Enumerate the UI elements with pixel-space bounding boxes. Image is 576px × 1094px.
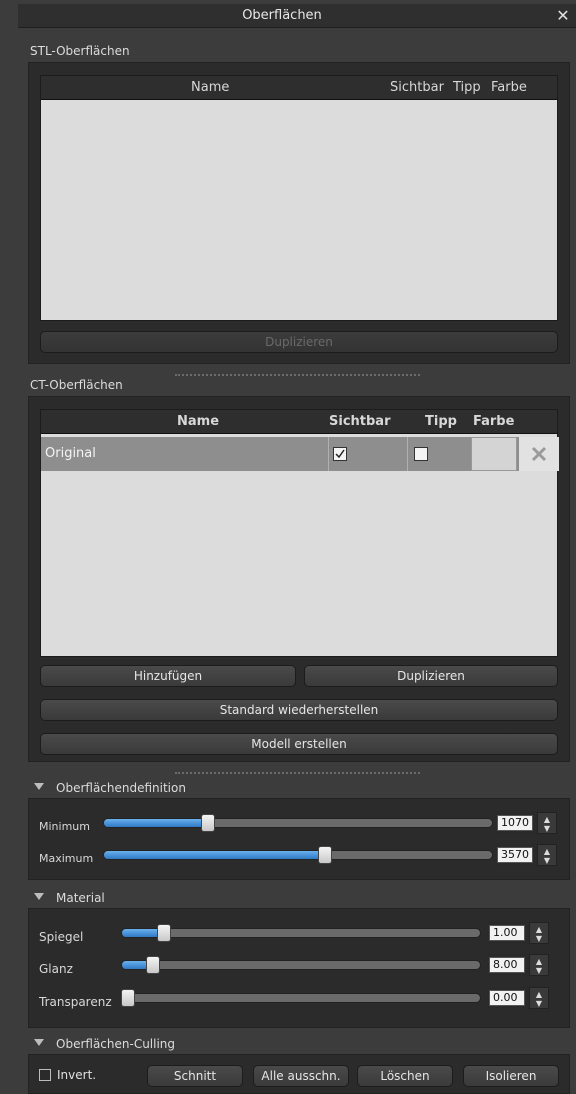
ct-col-color[interactable]: Farbe — [473, 414, 514, 429]
cut-all-button[interactable]: Alle ausschn. — [253, 1065, 349, 1087]
transparenz-slider-handle[interactable] — [121, 989, 135, 1007]
triangle-down-icon — [34, 893, 44, 900]
stl-table-header: Name Sichtbar Tipp Farbe — [41, 76, 557, 100]
stl-table[interactable]: Name Sichtbar Tipp Farbe — [40, 75, 558, 321]
culling-header[interactable]: Oberflächen-Culling — [28, 1036, 570, 1054]
spinner-arrows-icon[interactable]: ▲ ▼ — [529, 922, 549, 944]
minimum-slider-handle[interactable] — [201, 814, 216, 832]
splitter-handle[interactable] — [175, 374, 420, 378]
minimum-spinbox[interactable]: 1070 ▲ ▼ — [495, 812, 557, 834]
ct-table-header: Name Sichtbar Tipp Farbe — [41, 410, 557, 434]
stl-col-color[interactable]: Farbe — [491, 80, 527, 95]
material-header[interactable]: Material — [28, 890, 570, 908]
ct-col-name[interactable]: Name — [177, 414, 219, 429]
create-model-button[interactable]: Modell erstellen — [40, 733, 558, 755]
minimum-label: Minimum — [39, 820, 90, 833]
tip-checkbox[interactable] — [414, 447, 428, 461]
ct-table[interactable]: Name Sichtbar Tipp Farbe Original — [40, 409, 559, 657]
maximum-value[interactable]: 3570 — [497, 847, 533, 863]
glanz-value[interactable]: 8.00 — [489, 957, 525, 973]
surface-definition-panel: Minimum 1070 ▲ ▼ Maximum 3570 ▲ ▼ — [28, 798, 570, 880]
spiegel-value[interactable]: 1.00 — [489, 925, 525, 941]
table-row[interactable]: Original — [41, 437, 559, 471]
stl-col-name[interactable]: Name — [191, 80, 229, 95]
glanz-slider[interactable] — [121, 960, 481, 970]
maximum-spinbox[interactable]: 3570 ▲ ▼ — [495, 844, 557, 866]
remove-x-icon[interactable] — [519, 437, 559, 471]
glanz-label: Glanz — [39, 962, 73, 976]
title-bar: Oberflächen ✕ — [18, 4, 576, 28]
ct-section-label: CT-Oberflächen — [30, 378, 123, 392]
close-icon[interactable]: ✕ — [552, 4, 574, 28]
ct-col-tip[interactable]: Tipp — [425, 414, 457, 429]
spiegel-slider[interactable] — [121, 928, 481, 938]
minimum-slider[interactable] — [103, 818, 493, 828]
invert-checkbox[interactable] — [39, 1069, 51, 1081]
material-label: Material — [56, 891, 105, 905]
transparenz-spinbox[interactable]: 0.00 ▲ ▼ — [487, 987, 549, 1009]
color-swatch[interactable] — [471, 437, 517, 471]
stl-duplicate-button[interactable]: Duplizieren — [40, 331, 558, 353]
transparenz-slider[interactable] — [121, 993, 481, 1003]
window-title: Oberflächen — [242, 8, 322, 23]
spiegel-label: Spiegel — [39, 930, 84, 944]
minimum-value[interactable]: 1070 — [497, 815, 533, 831]
ct-col-visible[interactable]: Sichtbar — [329, 414, 390, 429]
stl-col-visible[interactable]: Sichtbar — [390, 80, 444, 95]
stl-col-tip[interactable]: Tipp — [453, 80, 481, 95]
slider-fill — [104, 819, 209, 827]
material-panel: Spiegel 1.00 ▲ ▼ Glanz 8.00 ▲ ▼ Transparen… — [28, 908, 570, 1028]
stl-panel: Name Sichtbar Tipp Farbe Duplizieren — [28, 62, 570, 364]
spiegel-spinbox[interactable]: 1.00 ▲ ▼ — [487, 922, 549, 944]
splitter-handle-2[interactable] — [175, 772, 420, 776]
stl-section-label: STL-Oberflächen — [30, 44, 130, 58]
spinner-arrows-icon[interactable]: ▲ ▼ — [529, 987, 549, 1009]
maximum-label: Maximum — [39, 852, 94, 865]
check-icon — [335, 449, 345, 459]
spiegel-slider-handle[interactable] — [157, 924, 172, 942]
spinner-arrows-icon[interactable]: ▲ ▼ — [537, 844, 557, 866]
spinner-arrows-icon[interactable]: ▲ ▼ — [537, 812, 557, 834]
ct-panel: Name Sichtbar Tipp Farbe Original Hinzuf… — [28, 396, 570, 762]
culling-label: Oberflächen-Culling — [56, 1037, 176, 1051]
invert-label: Invert. — [57, 1068, 97, 1082]
triangle-down-icon — [34, 1039, 44, 1046]
visible-checkbox[interactable] — [333, 447, 347, 461]
surface-definition-header[interactable]: Oberflächendefinition — [28, 780, 570, 798]
slider-fill — [104, 851, 326, 859]
row-name: Original — [45, 446, 96, 461]
delete-button[interactable]: Löschen — [357, 1065, 453, 1087]
ct-duplicate-button[interactable]: Duplizieren — [304, 665, 558, 687]
transparenz-label: Transparenz — [39, 995, 112, 1009]
maximum-slider-handle[interactable] — [318, 846, 333, 864]
surface-definition-label: Oberflächendefinition — [56, 781, 186, 795]
triangle-down-icon — [34, 783, 44, 790]
spinner-arrows-icon[interactable]: ▲ ▼ — [529, 954, 549, 976]
glanz-slider-handle[interactable] — [146, 956, 161, 974]
cut-button[interactable]: Schnitt — [147, 1065, 243, 1087]
maximum-slider[interactable] — [103, 850, 493, 860]
isolate-button[interactable]: Isolieren — [463, 1065, 559, 1087]
culling-panel: Invert. Schnitt Alle ausschn. Löschen Is… — [28, 1054, 570, 1094]
transparenz-value[interactable]: 0.00 — [489, 990, 525, 1006]
add-button[interactable]: Hinzufügen — [40, 665, 296, 687]
restore-default-button[interactable]: Standard wiederherstellen — [40, 699, 558, 721]
glanz-spinbox[interactable]: 8.00 ▲ ▼ — [487, 954, 549, 976]
